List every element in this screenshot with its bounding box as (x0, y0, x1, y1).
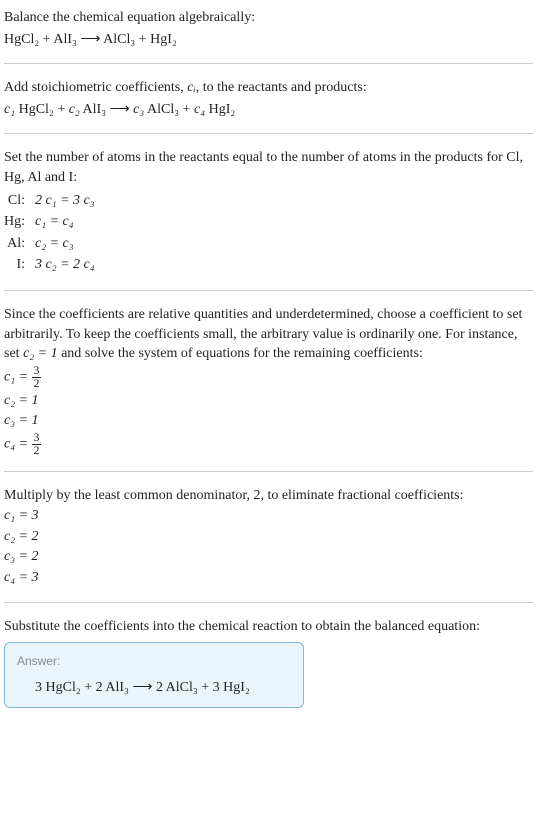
frac-den: 2 (32, 445, 42, 457)
divider (4, 471, 533, 472)
coeff-list-fractional: c₁ = 32 c₂ = 1 c₃ = 1 c₄ = 32 (4, 365, 533, 457)
element-equation: 2 c₁ = 3 c₃ (35, 190, 101, 212)
element-label: I: (4, 254, 35, 276)
frac-den: 2 (32, 378, 42, 390)
coeff-list-integer: c₁ = 3 c₂ = 2 c₃ = 2 c₄ = 3 (4, 506, 533, 587)
lcd-section: Multiply by the least common denominator… (4, 486, 533, 588)
reactant-1: HgCl₂ + (15, 102, 69, 117)
coef-c2: c₂ (69, 102, 80, 117)
atoms-section: Set the number of atoms in the reactants… (4, 148, 533, 276)
lcd-intro: Multiply by the least common denominator… (4, 486, 533, 506)
fraction: 32 (32, 432, 42, 457)
solve-intro-var: c₂ = 1 (23, 346, 58, 361)
stoich-var: cᵢ (187, 80, 195, 95)
element-equation: c₁ = c₄ (35, 211, 101, 233)
answer-box: Answer: 3 HgCl₂ + 2 AlI₃ ⟶ 2 AlCl₃ + 3 H… (4, 642, 304, 708)
coeff-c3: c₃ = 1 (4, 411, 533, 431)
coeff-c3: c₃ = 2 (4, 547, 533, 567)
answer-label: Answer: (17, 653, 291, 670)
coeff-c1: c₁ = 32 (4, 365, 533, 390)
coeff-c2: c₂ = 2 (4, 527, 533, 547)
final-intro: Substitute the coefficients into the che… (4, 617, 533, 637)
product-2: HgI₂ (205, 102, 235, 117)
intro-text: Balance the chemical equation algebraica… (4, 8, 533, 28)
balanced-equation: 3 HgCl₂ + 2 AlI₃ ⟶ 2 AlCl₃ + 3 HgI₂ (17, 678, 291, 698)
stoich-text: Add stoichiometric coefficients, cᵢ, to … (4, 78, 533, 98)
stoich-section: Add stoichiometric coefficients, cᵢ, to … (4, 78, 533, 119)
c1-lhs: c₁ = (4, 369, 32, 384)
divider (4, 133, 533, 134)
divider (4, 290, 533, 291)
coeff-c1: c₁ = 3 (4, 506, 533, 526)
table-row: Hg: c₁ = c₄ (4, 211, 101, 233)
intro-section: Balance the chemical equation algebraica… (4, 8, 533, 49)
element-equation: 3 c₂ = 2 c₄ (35, 254, 101, 276)
unbalanced-equation: HgCl₂ + AlI₃ ⟶ AlCl₃ + HgI₂ (4, 30, 533, 50)
element-label: Cl: (4, 190, 35, 212)
solve-intro-b: and solve the system of equations for th… (58, 346, 423, 361)
coeff-c4: c₄ = 32 (4, 432, 533, 457)
atoms-intro: Set the number of atoms in the reactants… (4, 148, 533, 187)
element-label: Hg: (4, 211, 35, 233)
stoich-equation: c₁ HgCl₂ + c₂ AlI₃ ⟶ c₃ AlCl₃ + c₄ HgI₂ (4, 100, 533, 120)
final-section: Substitute the coefficients into the che… (4, 617, 533, 709)
stoich-text-b: , to the reactants and products: (196, 80, 367, 95)
solve-intro: Since the coefficients are relative quan… (4, 305, 533, 364)
table-row: I: 3 c₂ = 2 c₄ (4, 254, 101, 276)
atoms-table: Cl: 2 c₁ = 3 c₃ Hg: c₁ = c₄ Al: c₂ = c₃ … (4, 190, 101, 276)
reactant-2: AlI₃ ⟶ (80, 102, 133, 117)
coeff-c2: c₂ = 1 (4, 391, 533, 411)
table-row: Al: c₂ = c₃ (4, 233, 101, 255)
solve-section: Since the coefficients are relative quan… (4, 305, 533, 457)
divider (4, 63, 533, 64)
table-row: Cl: 2 c₁ = 3 c₃ (4, 190, 101, 212)
product-1: AlCl₃ + (144, 102, 194, 117)
element-equation: c₂ = c₃ (35, 233, 101, 255)
coef-c3: c₃ (133, 102, 144, 117)
c4-lhs: c₄ = (4, 436, 32, 451)
element-label: Al: (4, 233, 35, 255)
coef-c1: c₁ (4, 102, 15, 117)
coef-c4: c₄ (194, 102, 205, 117)
fraction: 32 (32, 365, 42, 390)
stoich-text-a: Add stoichiometric coefficients, (4, 80, 187, 95)
divider (4, 602, 533, 603)
coeff-c4: c₄ = 3 (4, 568, 533, 588)
